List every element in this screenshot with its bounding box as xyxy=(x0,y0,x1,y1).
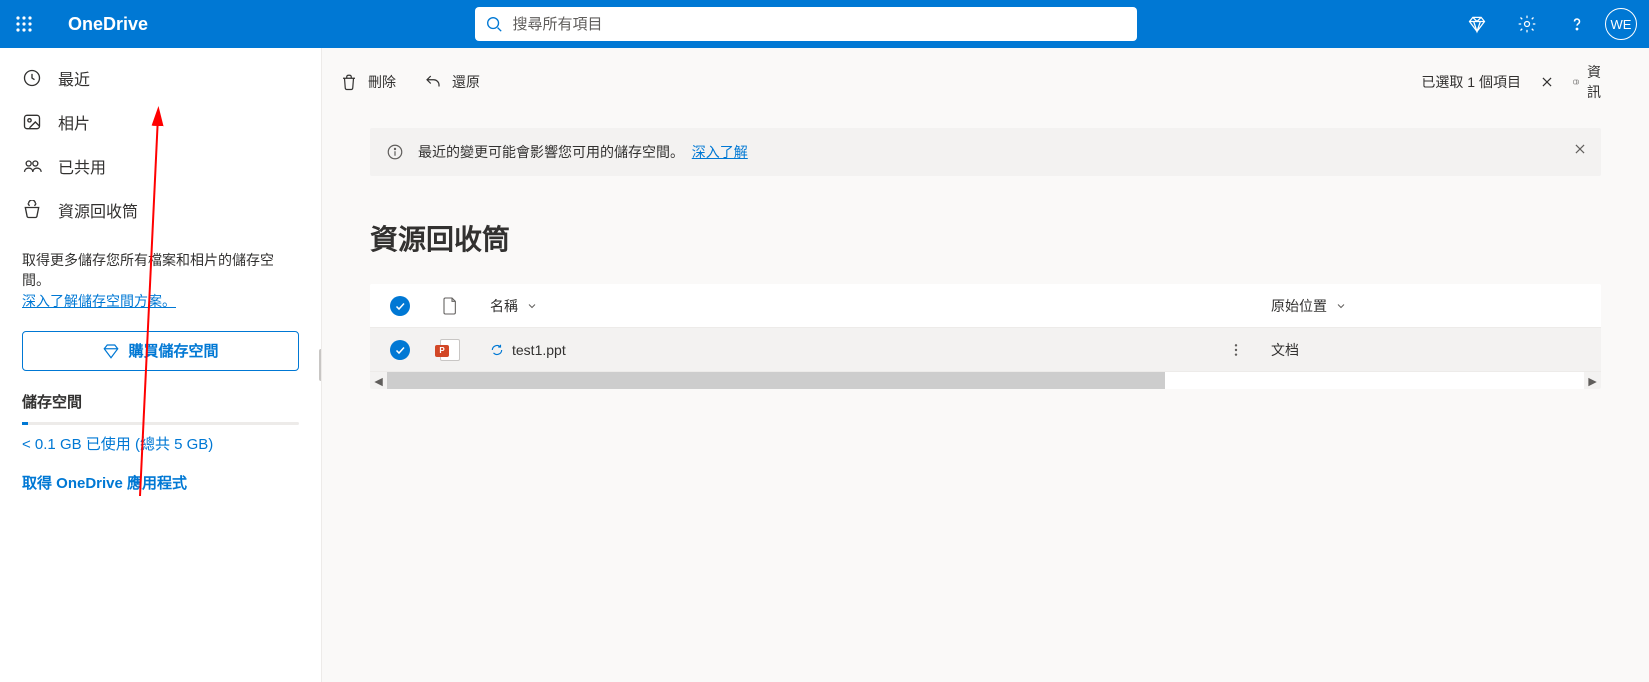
storage-info-banner: 最近的變更可能會影響您可用的儲存空間。 深入了解 xyxy=(370,128,1601,176)
sync-icon xyxy=(490,343,504,357)
account-avatar[interactable]: WE xyxy=(1605,8,1637,40)
storage-heading: 儲存空間 xyxy=(0,385,321,412)
main-area: 刪除 還原 已選取 1 個項目 資訊 xyxy=(322,48,1649,682)
row-more-button[interactable] xyxy=(1228,342,1244,358)
sidebar: 最近 相片 已共用 資源回收筒 取得更多儲存您所 xyxy=(0,48,322,682)
selection-count: 已選取 1 個項目 xyxy=(1421,72,1521,92)
people-icon xyxy=(22,156,42,176)
sidebar-item-label: 資源回收筒 xyxy=(58,198,138,222)
buy-storage-label: 購買儲存空間 xyxy=(128,340,218,361)
info-icon xyxy=(386,143,404,161)
delete-button[interactable]: 刪除 xyxy=(326,66,410,98)
sidebar-item-shared[interactable]: 已共用 xyxy=(0,144,321,188)
search-icon xyxy=(485,15,503,33)
storage-promo: 取得更多儲存您所有檔案和相片的儲存空間。 深入了解儲存空間方案。 xyxy=(0,232,321,317)
file-name[interactable]: test1.ppt xyxy=(512,342,566,358)
search-wrap xyxy=(168,7,1443,41)
sidebar-item-recycle[interactable]: 資源回收筒 xyxy=(0,188,321,232)
chevron-down-icon xyxy=(526,300,538,312)
trash-icon xyxy=(340,73,358,91)
scroll-right-arrow[interactable]: ► xyxy=(1584,372,1601,389)
select-all-checkbox[interactable] xyxy=(390,296,410,316)
undo-icon xyxy=(424,73,442,91)
sidebar-item-label: 最近 xyxy=(58,66,90,90)
restore-label: 還原 xyxy=(452,72,480,92)
column-header-origin-label: 原始位置 xyxy=(1271,296,1327,316)
top-header: OneDrive WE xyxy=(0,0,1649,48)
chevron-down-icon xyxy=(1335,300,1347,312)
storage-promo-text: 取得更多儲存您所有檔案和相片的儲存空間。 xyxy=(22,252,274,288)
banner-text: 最近的變更可能會影響您可用的儲存空間。 xyxy=(418,144,684,160)
info-label: 資訊 xyxy=(1587,62,1601,102)
clear-selection-button[interactable] xyxy=(1533,68,1561,96)
sidebar-item-label: 相片 xyxy=(58,110,90,134)
column-header-name[interactable]: 名稱 xyxy=(490,296,538,316)
table-row[interactable]: P test1.ppt 文档 xyxy=(370,328,1601,372)
table-header-row: 名稱 原始位置 xyxy=(370,284,1601,328)
storage-used-link[interactable]: < 0.1 GB 已使用 (總共 5 GB) xyxy=(0,429,321,458)
search-input[interactable] xyxy=(513,16,1127,33)
premium-icon[interactable] xyxy=(1455,0,1499,48)
get-app-link[interactable]: 取得 OneDrive 應用程式 xyxy=(0,458,321,507)
column-header-origin[interactable]: 原始位置 xyxy=(1271,296,1601,316)
page-title: 資源回收筒 xyxy=(370,218,1601,258)
powerpoint-file-icon: P xyxy=(440,339,460,361)
file-origin: 文档 xyxy=(1271,342,1299,358)
file-table: 名稱 原始位置 xyxy=(370,284,1601,389)
brand-title[interactable]: OneDrive xyxy=(48,14,168,35)
banner-close-button[interactable] xyxy=(1573,142,1587,156)
column-header-name-label: 名稱 xyxy=(490,296,518,316)
header-right: WE xyxy=(1443,0,1649,48)
scroll-thumb[interactable] xyxy=(387,372,1165,389)
buy-storage-button[interactable]: 購買儲存空間 xyxy=(22,331,299,371)
banner-learn-more-link[interactable]: 深入了解 xyxy=(692,144,748,160)
search-box[interactable] xyxy=(475,7,1137,41)
sidebar-item-photos[interactable]: 相片 xyxy=(0,100,321,144)
settings-icon[interactable] xyxy=(1505,0,1549,48)
horizontal-scrollbar[interactable]: ◄ ► xyxy=(370,372,1601,389)
scroll-left-arrow[interactable]: ◄ xyxy=(370,372,387,389)
sidebar-item-label: 已共用 xyxy=(58,154,106,178)
sidebar-item-recent[interactable]: 最近 xyxy=(0,56,321,100)
file-generic-icon xyxy=(442,296,458,316)
storage-bar xyxy=(0,412,321,429)
info-pane-button[interactable]: 資訊 xyxy=(1573,68,1601,96)
storage-promo-link[interactable]: 深入了解儲存空間方案。 xyxy=(22,293,176,309)
clock-icon xyxy=(22,68,42,88)
recycle-icon xyxy=(22,200,42,220)
premium-icon xyxy=(102,342,120,360)
help-icon[interactable] xyxy=(1555,0,1599,48)
command-toolbar: 刪除 還原 已選取 1 個項目 資訊 xyxy=(322,48,1649,104)
delete-label: 刪除 xyxy=(368,72,396,92)
restore-button[interactable]: 還原 xyxy=(410,66,494,98)
image-icon xyxy=(22,112,42,132)
row-checkbox[interactable] xyxy=(390,340,410,360)
app-launcher-button[interactable] xyxy=(0,0,48,48)
